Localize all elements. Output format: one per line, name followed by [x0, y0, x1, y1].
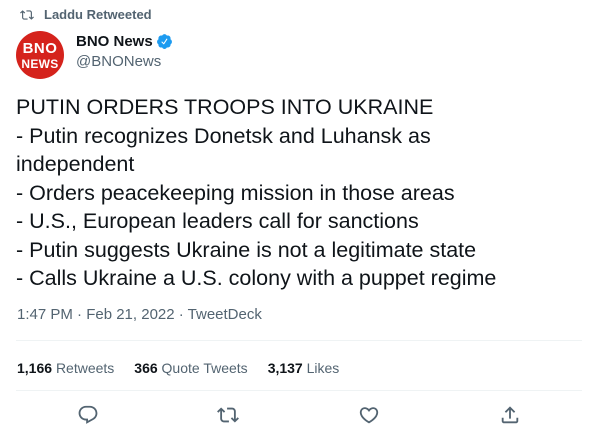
tweet-timestamp[interactable]: 1:47 PM · Feb 21, 2022 · TweetDeck: [17, 306, 262, 323]
action-bar: [16, 400, 582, 434]
verified-badge-icon: [156, 34, 172, 49]
avatar-line1: BNO: [22, 39, 58, 57]
retweet-banner[interactable]: Laddu Retweeted: [20, 7, 152, 22]
retweets-label: Retweets: [55, 360, 115, 376]
author-block: BNO News @BNONews: [76, 33, 173, 70]
like-button[interactable]: [358, 404, 380, 426]
avatar[interactable]: BNO NEWS: [16, 31, 64, 79]
divider: [16, 390, 582, 391]
author-name[interactable]: BNO News: [76, 33, 153, 50]
retweet-button[interactable]: [217, 404, 239, 426]
author-handle[interactable]: @BNONews: [76, 53, 173, 70]
likes-count: 3,137: [267, 360, 303, 376]
retweet-icon: [217, 407, 239, 423]
quote-tweets-stat[interactable]: 366 Quote Tweets: [134, 360, 247, 376]
tweet-text: PUTIN ORDERS TROOPS INTO UKRAINE - Putin…: [16, 93, 582, 293]
avatar-line2: NEWS: [21, 56, 59, 71]
like-icon: [359, 407, 379, 424]
tweet-line: - Calls Ukraine a U.S. colony with a pup…: [16, 266, 497, 290]
tweet-line: PUTIN ORDERS TROOPS INTO UKRAINE: [16, 95, 434, 119]
reply-button[interactable]: [77, 404, 99, 426]
tweet-line: - U.S., European leaders call for sancti…: [16, 209, 419, 233]
quote-tweets-label: Quote Tweets: [161, 360, 248, 376]
tweet-line: - Putin recognizes Donetsk and Luhansk a…: [16, 123, 431, 148]
share-button[interactable]: [499, 404, 521, 426]
retweet-banner-text: Laddu Retweeted: [44, 7, 152, 22]
likes-label: Likes: [306, 360, 340, 376]
tweet-line: - Putin suggests Ukraine is not a legiti…: [16, 237, 477, 262]
tweet-line: - Orders peacekeeping mission in those a…: [16, 180, 455, 205]
retweets-count: 1,166: [17, 360, 53, 376]
likes-stat[interactable]: 3,137 Likes: [268, 360, 340, 376]
tweet-stats: 1,166 Retweets 366 Quote Tweets 3,137 Li…: [17, 360, 359, 376]
share-icon: [501, 406, 519, 424]
retweet-icon: [20, 9, 34, 20]
quote-tweets-count: 366: [134, 360, 158, 376]
retweets-stat[interactable]: 1,166 Retweets: [17, 360, 114, 376]
divider: [16, 340, 582, 341]
reply-icon: [78, 405, 98, 424]
tweet-line: independent: [16, 152, 135, 176]
